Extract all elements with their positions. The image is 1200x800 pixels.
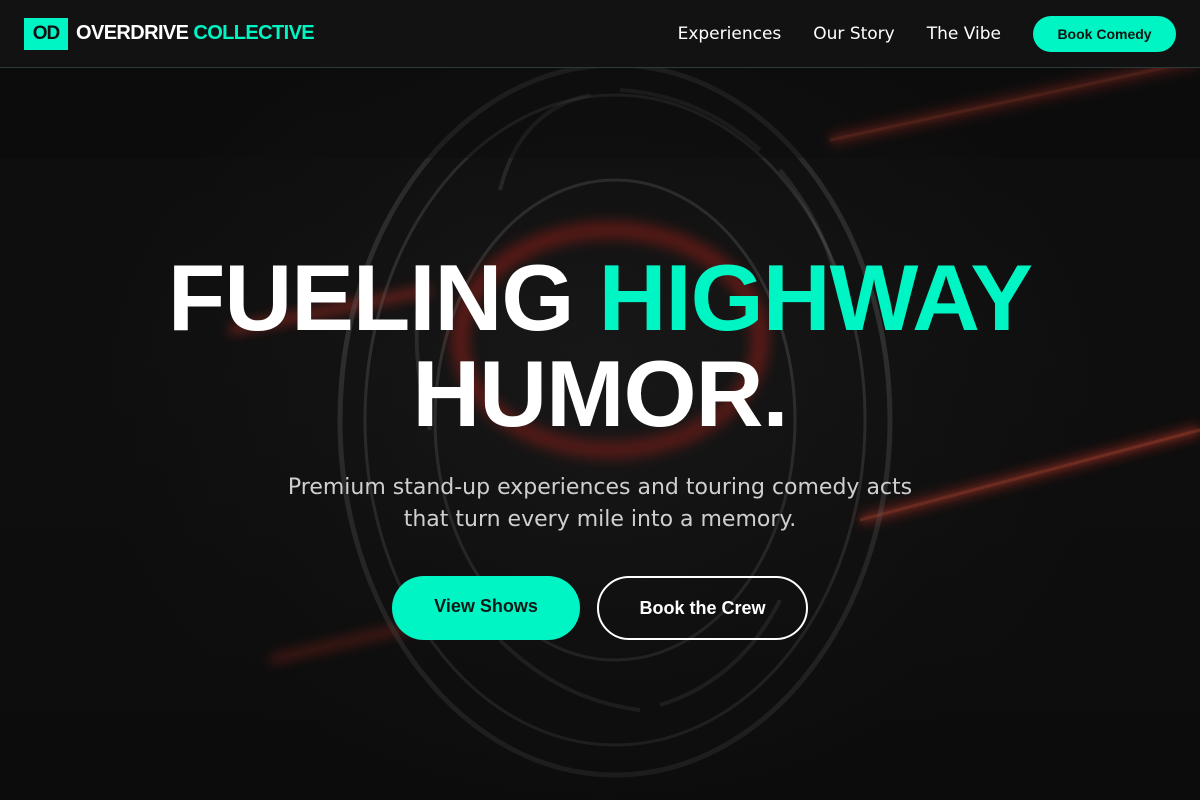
hero-headline: FUELING HIGHWAY HUMOR.: [168, 250, 1033, 442]
brand-mark: OD: [24, 17, 68, 50]
nav-menu: Experiences Our Story The Vibe Book Come…: [678, 15, 1176, 52]
headline-part-1: FUELING: [167, 245, 575, 350]
brand-name: OVERDRIVE COLLECTIVE: [76, 22, 315, 45]
nav-link-our-story[interactable]: Our Story: [813, 24, 894, 44]
book-the-crew-button[interactable]: Book the Crew: [597, 576, 808, 640]
brand-name-primary: OVERDRIVE: [76, 22, 189, 44]
hero-subtitle: Premium stand-up experiences and touring…: [287, 475, 913, 532]
brand-name-accent: COLLECTIVE: [193, 22, 315, 44]
nav-link-experiences[interactable]: Experiences: [678, 24, 782, 44]
book-comedy-button[interactable]: Book Comedy: [1033, 15, 1176, 52]
nav-link-the-vibe[interactable]: The Vibe: [927, 24, 1001, 44]
hero-actions: View Shows Book the Crew: [392, 576, 808, 640]
headline-part-2: HUMOR.: [412, 341, 788, 446]
navbar: OD OVERDRIVE COLLECTIVE Experiences Our …: [0, 0, 1200, 68]
view-shows-button[interactable]: View Shows: [392, 576, 580, 640]
brand-logo[interactable]: OD OVERDRIVE COLLECTIVE: [24, 17, 315, 50]
hero-section: FUELING HIGHWAY HUMOR. Premium stand-up …: [0, 68, 1200, 800]
headline-accent: HIGHWAY: [598, 245, 1033, 350]
